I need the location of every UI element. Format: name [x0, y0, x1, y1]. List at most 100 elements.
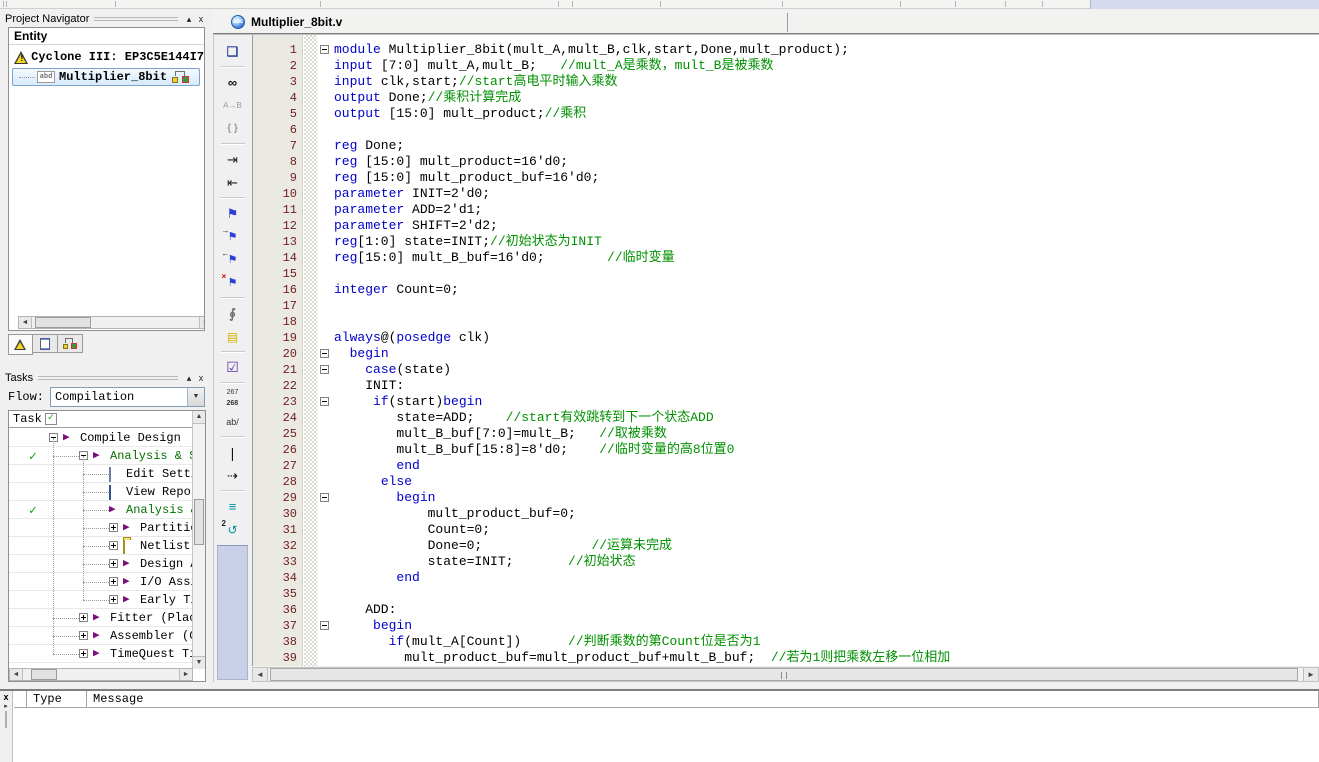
code-line[interactable]: Done=0; //运算未完成	[334, 538, 672, 554]
task-row[interactable]: ▶Partition	[9, 519, 193, 537]
code-line[interactable]: mult_product_buf=mult_product_buf+mult_B…	[334, 650, 950, 666]
flow-combobox[interactable]: Compilation ▼	[50, 387, 205, 407]
scroll-thumb[interactable]	[35, 317, 91, 328]
cursor-bar-icon[interactable]: |	[220, 441, 246, 464]
close-panel-icon[interactable]: x	[195, 13, 207, 25]
code-line[interactable]: reg[15:0] mult_B_buf=16'd0; //临时变量	[334, 250, 675, 266]
close-panel-icon[interactable]: x	[195, 372, 207, 384]
tasks-hscrollbar[interactable]: ◄ ►	[9, 668, 193, 681]
task-row[interactable]: ▶Fitter (Place	[9, 609, 193, 627]
code-line[interactable]: state=ADD; //start有效跳转到下一个状态ADD	[334, 410, 714, 426]
scroll-left-icon[interactable]: ◄	[253, 668, 268, 681]
expand-icon[interactable]	[79, 631, 88, 640]
tree-item-entity-selected[interactable]: abd Multiplier_8bit	[12, 68, 200, 86]
code-line[interactable]: end	[334, 458, 420, 474]
code-line[interactable]: output [15:0] mult_product;//乘积	[334, 106, 586, 122]
replace-icon[interactable]: A→B	[220, 94, 246, 117]
previous-bookmark-icon[interactable]: ⚑←	[220, 248, 246, 271]
tab-multiplier-8bit[interactable]: Multiplier_8bit.v	[251, 15, 342, 29]
code-line[interactable]: always@(posedge clk)	[334, 330, 490, 346]
collapse-panel-icon[interactable]: ▴	[183, 13, 195, 25]
task-row[interactable]: ▶Assembler (Ger	[9, 627, 193, 645]
task-row[interactable]: View Repor	[9, 483, 193, 501]
match-brace-icon[interactable]: { }	[220, 117, 246, 140]
editor-hscrollbar[interactable]: ◄ ►	[252, 667, 1319, 682]
expand-icon[interactable]	[109, 523, 118, 532]
task-row[interactable]: Netlist Vi	[9, 537, 193, 555]
scroll-thumb[interactable]	[194, 499, 204, 545]
code-line[interactable]: input [7:0] mult_A,mult_B; //mult_A是乘数，m…	[334, 58, 773, 74]
tasks-vscrollbar[interactable]: ▲ ▼	[192, 411, 205, 669]
scroll-right-icon[interactable]: ►	[179, 669, 192, 680]
scroll-up-icon[interactable]: ▲	[193, 411, 205, 424]
analyze-file-icon[interactable]: ☑	[220, 356, 246, 379]
code-line[interactable]: mult_product_buf=0;	[334, 506, 576, 522]
code-line[interactable]: mult_B_buf[15:8]=8'd0; //临时变量的高8位置0	[334, 442, 734, 458]
task-row[interactable]: Edit Setti	[9, 465, 193, 483]
tab-files[interactable]	[33, 334, 58, 353]
chevron-down-icon[interactable]: ▼	[187, 388, 204, 406]
code-line[interactable]: if(mult_A[Count]) //判断乘数的第Count位是否为1	[334, 634, 760, 650]
insert-template-icon[interactable]: ▤	[220, 325, 246, 348]
tree-item-device[interactable]: ! Cyclone III: EP3C5E144I7	[9, 48, 204, 66]
scroll-left-icon[interactable]: ◄	[10, 669, 23, 680]
expand-icon[interactable]	[109, 577, 118, 586]
code-line[interactable]: Count=0;	[334, 522, 490, 538]
tab-design-units[interactable]	[58, 334, 83, 353]
align-lines-icon[interactable]: ≡	[220, 495, 246, 518]
tab-hierarchy[interactable]	[8, 334, 33, 355]
code-fold-icon[interactable]	[320, 621, 329, 630]
attach-file-icon[interactable]: ∮	[220, 302, 246, 325]
type-column-header[interactable]: Type	[27, 691, 87, 707]
code-line[interactable]: if(start)begin	[334, 394, 482, 410]
task-row[interactable]: ▶Early Timi	[9, 591, 193, 609]
code-fold-icon[interactable]	[320, 349, 329, 358]
task-row[interactable]: ✓▶Analysis & Syn	[9, 447, 193, 465]
code-line[interactable]: INIT:	[334, 378, 404, 394]
code-line[interactable]: reg [15:0] mult_product=16'd0;	[334, 154, 568, 170]
code-fold-icon[interactable]	[320, 397, 329, 406]
navigator-hscrollbar[interactable]: ◄ ►	[18, 316, 205, 329]
code-line[interactable]: else	[334, 474, 412, 490]
code-line[interactable]: parameter ADD=2'd1;	[334, 202, 482, 218]
code-line[interactable]: integer Count=0;	[334, 282, 459, 298]
code-line[interactable]: end	[334, 570, 420, 586]
code-line[interactable]: state=INIT; //初始状态	[334, 554, 636, 570]
collapse-panel-icon[interactable]: ▴	[183, 372, 195, 384]
new-window-icon[interactable]: ❏	[220, 40, 246, 63]
line-numbers-icon[interactable]: 267268	[220, 387, 246, 410]
message-column-header[interactable]: Message	[87, 691, 1319, 707]
expand-messages-icon[interactable]: ▸	[0, 703, 12, 711]
code-line[interactable]: begin	[334, 618, 412, 634]
code-line[interactable]: begin	[334, 346, 389, 362]
code-fold-icon[interactable]	[320, 45, 329, 54]
code-line[interactable]: begin	[334, 490, 435, 506]
close-messages-icon[interactable]: x	[0, 691, 12, 703]
messages-body[interactable]	[14, 708, 1319, 762]
scroll-thumb[interactable]	[270, 668, 1298, 681]
syntax-color-icon[interactable]: ab/	[220, 410, 246, 433]
code-editor[interactable]: 1module Multiplier_8bit(mult_A,mult_B,cl…	[252, 35, 1319, 666]
task-row[interactable]: ✓▶Analysis &	[9, 501, 193, 519]
next-bookmark-icon[interactable]: ⚑→	[220, 225, 246, 248]
find-icon[interactable]: ∞	[220, 71, 246, 94]
panel-drag-grip[interactable]	[5, 711, 7, 728]
code-line[interactable]: module Multiplier_8bit(mult_A,mult_B,clk…	[334, 42, 849, 58]
task-row[interactable]: ▶Design Ass	[9, 555, 193, 573]
outdent-icon[interactable]: ⇤	[220, 171, 246, 194]
code-line[interactable]: parameter SHIFT=2'd2;	[334, 218, 498, 234]
task-row[interactable]: ▶Compile Design	[9, 429, 193, 447]
expand-icon[interactable]	[79, 613, 88, 622]
code-line[interactable]: case(state)	[334, 362, 451, 378]
previous-edit-icon[interactable]: ↺2	[220, 518, 246, 541]
code-line[interactable]: input clk,start;//start高电平时输入乘数	[334, 74, 617, 90]
code-line[interactable]: mult_B_buf[7:0]=mult_B; //取被乘数	[334, 426, 667, 442]
whitespace-icon[interactable]: ⇢	[220, 464, 246, 487]
toggle-bookmark-icon[interactable]: ⚑	[220, 202, 246, 225]
code-line[interactable]: output Done;//乘积计算完成	[334, 90, 521, 106]
indent-icon[interactable]: ⇥	[220, 148, 246, 171]
expand-icon[interactable]	[109, 541, 118, 550]
scroll-right-icon[interactable]: ►	[1303, 668, 1318, 681]
task-row[interactable]: ▶I/O Assign	[9, 573, 193, 591]
code-fold-icon[interactable]	[320, 493, 329, 502]
